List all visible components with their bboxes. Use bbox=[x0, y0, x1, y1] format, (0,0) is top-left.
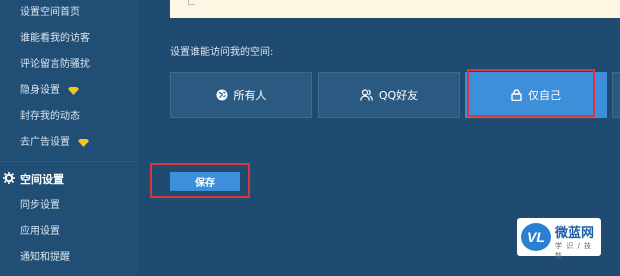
sidebar-section-space-settings[interactable]: 空间设置 bbox=[0, 171, 64, 187]
access-label: 设置谁能访问我的空间: bbox=[170, 47, 274, 58]
option-label: 所有人 bbox=[233, 89, 267, 102]
sidebar-item-home-setting[interactable]: 设置空间首页 bbox=[20, 6, 80, 20]
sidebar-item-apps[interactable]: 应用设置 bbox=[20, 225, 60, 239]
checkbox-icon bbox=[188, 0, 195, 5]
highlight-box-only-me bbox=[467, 69, 595, 117]
notice-panel bbox=[170, 0, 620, 18]
sidebar-item-label: 评论留言防骚扰 bbox=[20, 59, 90, 70]
watermark-subtitle: 学 识 / 技 能 bbox=[555, 242, 593, 260]
sidebar-item-ad-free[interactable]: 去广告设置 bbox=[20, 136, 89, 150]
watermark-badge: VL bbox=[521, 223, 551, 251]
sidebar-item-label: 应用设置 bbox=[20, 226, 60, 237]
sidebar-section-title: 空间设置 bbox=[20, 173, 64, 186]
sidebar: 设置空间首页 谁能看我的访客 评论留言防骚扰 隐身设置 封存我的动态 去广告设置… bbox=[0, 0, 138, 276]
sidebar-item-anti-harass[interactable]: 评论留言防骚扰 bbox=[20, 58, 90, 72]
watermark-name: 微蓝网 bbox=[555, 226, 595, 241]
sidebar-item-invisible[interactable]: 隐身设置 bbox=[20, 84, 79, 98]
sidebar-item-label: 谁能看我的访客 bbox=[20, 33, 90, 44]
friends-icon bbox=[360, 89, 373, 101]
sidebar-item-label: 隐身设置 bbox=[20, 85, 60, 96]
vip-diamond-icon bbox=[68, 87, 79, 95]
option-label: QQ好友 bbox=[378, 89, 419, 102]
sidebar-item-notifications[interactable]: 通知和提醒 bbox=[20, 251, 70, 265]
sidebar-item-label: 封存我的动态 bbox=[20, 111, 80, 122]
sidebar-item-label: 去广告设置 bbox=[20, 137, 70, 148]
sidebar-item-label: 同步设置 bbox=[20, 200, 60, 211]
sidebar-item-archive-feed[interactable]: 封存我的动态 bbox=[20, 110, 80, 124]
sidebar-item-label: 设置空间首页 bbox=[20, 7, 80, 18]
option-qq-friends[interactable]: QQ好友 bbox=[318, 72, 460, 118]
globe-icon bbox=[216, 89, 228, 101]
option-everyone[interactable]: 所有人 bbox=[170, 72, 312, 118]
option-more[interactable] bbox=[612, 72, 620, 118]
highlight-box-save bbox=[150, 163, 250, 198]
watermark-logo: VL 微蓝网 学 识 / 技 能 bbox=[517, 218, 601, 260]
sidebar-divider bbox=[0, 161, 138, 162]
vip-diamond-icon bbox=[78, 139, 89, 147]
sidebar-item-visitor-privacy[interactable]: 谁能看我的访客 bbox=[20, 32, 90, 46]
sidebar-item-label: 通知和提醒 bbox=[20, 252, 70, 263]
sidebar-item-sync[interactable]: 同步设置 bbox=[20, 199, 60, 213]
gear-icon bbox=[2, 171, 16, 187]
